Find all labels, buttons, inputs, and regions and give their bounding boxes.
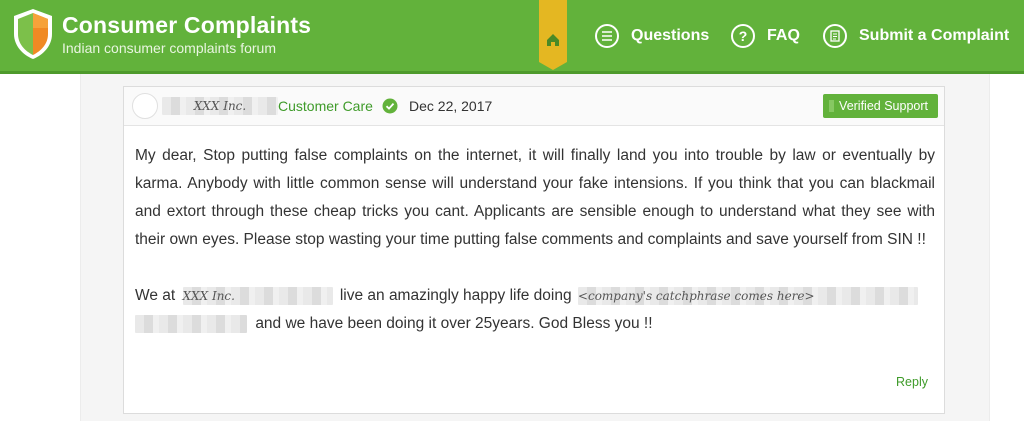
verified-check-icon bbox=[382, 98, 398, 114]
p2-mid: live an amazingly happy life doing bbox=[339, 287, 572, 304]
document-icon bbox=[823, 24, 847, 48]
comment-date: Dec 22, 2017 bbox=[409, 98, 493, 114]
site-subtitle: Indian consumer complaints forum bbox=[62, 40, 276, 56]
site-header: Consumer Complaints Indian consumer comp… bbox=[0, 0, 1024, 74]
author-role[interactable]: Customer Care bbox=[278, 97, 373, 115]
list-icon bbox=[595, 24, 619, 48]
verified-support-badge: Verified Support bbox=[823, 94, 938, 118]
site-title[interactable]: Consumer Complaints bbox=[62, 12, 311, 39]
nav-questions-label: Questions bbox=[631, 27, 710, 44]
comment-body: My dear, Stop putting false complaints o… bbox=[135, 142, 935, 338]
nav-faq-label: FAQ bbox=[767, 27, 800, 44]
nav-submit-label: Submit a Complaint bbox=[859, 27, 1010, 44]
reply-link[interactable]: Reply bbox=[896, 375, 928, 389]
home-icon bbox=[539, 34, 567, 70]
question-icon: ? bbox=[731, 24, 755, 48]
catchphrase-redacted: <company's catchphrase comes here> bbox=[577, 286, 918, 305]
nav-faq[interactable]: ? FAQ bbox=[731, 22, 800, 50]
shield-logo-icon[interactable] bbox=[12, 8, 54, 60]
avatar bbox=[132, 93, 158, 119]
comment-paragraph-1: My dear, Stop putting false complaints o… bbox=[135, 147, 935, 248]
p2-end: and we have been doing it over 25years. … bbox=[255, 315, 653, 332]
redacted-block bbox=[135, 314, 247, 333]
nav-questions[interactable]: Questions bbox=[595, 22, 709, 50]
author-name-redacted: XXX Inc. bbox=[162, 97, 278, 115]
comment-paragraph-2: We at XXX Inc. live an amazingly happy l… bbox=[135, 282, 935, 338]
p2-start: We at bbox=[135, 287, 176, 304]
nav-submit-complaint[interactable]: Submit a Complaint bbox=[823, 22, 1009, 50]
comment-card: XXX Inc. Customer Care Dec 22, 2017 Veri… bbox=[123, 86, 945, 414]
company-name-redacted: XXX Inc. bbox=[182, 286, 333, 305]
comment-header: XXX Inc. Customer Care Dec 22, 2017 Veri… bbox=[124, 87, 944, 126]
home-button[interactable] bbox=[539, 0, 567, 70]
